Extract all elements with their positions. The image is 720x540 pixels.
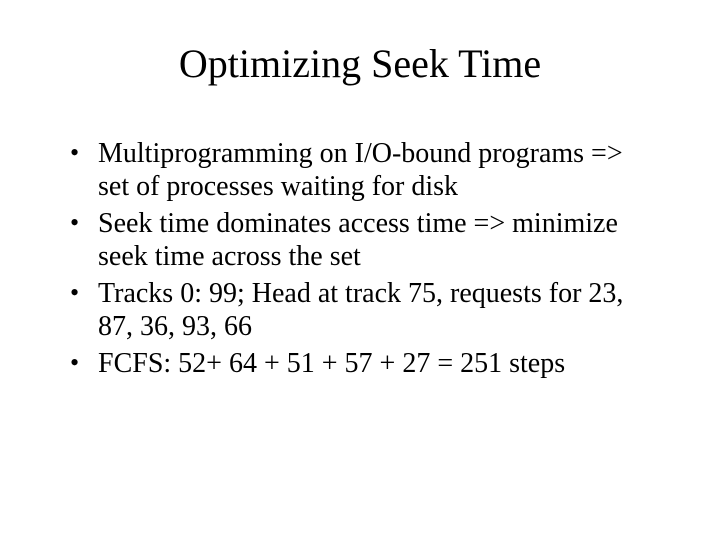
slide-title: Optimizing Seek Time bbox=[60, 40, 660, 87]
list-item: Multiprogramming on I/O-bound programs =… bbox=[70, 137, 660, 203]
bullet-list: Multiprogramming on I/O-bound programs =… bbox=[70, 137, 660, 380]
list-item: Seek time dominates access time => minim… bbox=[70, 207, 660, 273]
list-item: Tracks 0: 99; Head at track 75, requests… bbox=[70, 277, 660, 343]
slide: Optimizing Seek Time Multiprogramming on… bbox=[0, 0, 720, 540]
list-item: FCFS: 52+ 64 + 51 + 57 + 27 = 251 steps bbox=[70, 347, 660, 380]
